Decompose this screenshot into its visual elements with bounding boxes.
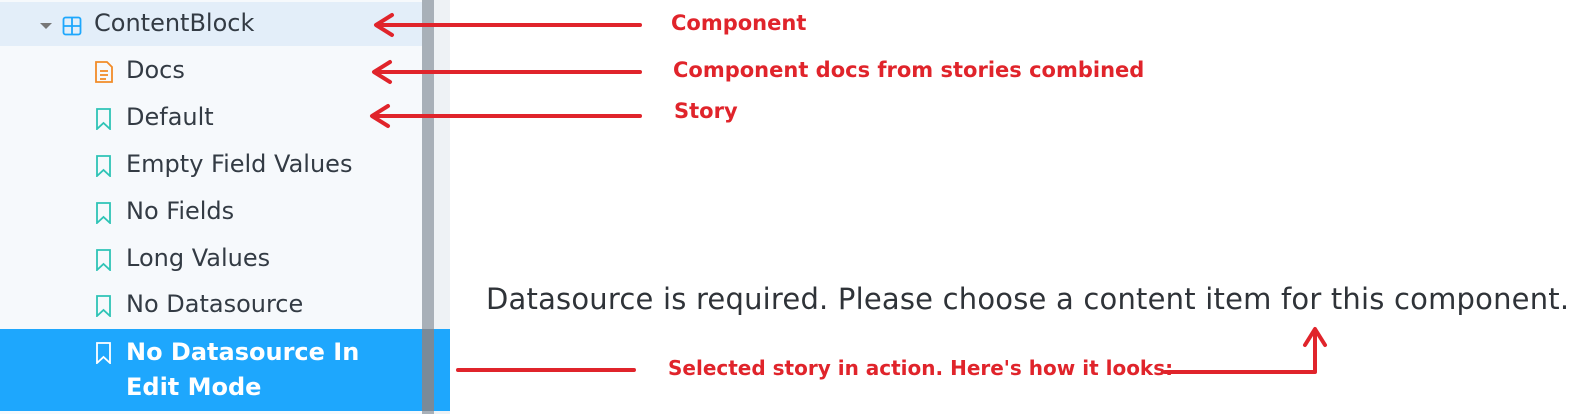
- arrow-preview: [1163, 328, 1317, 374]
- annotation-arrows: [370, 13, 1327, 374]
